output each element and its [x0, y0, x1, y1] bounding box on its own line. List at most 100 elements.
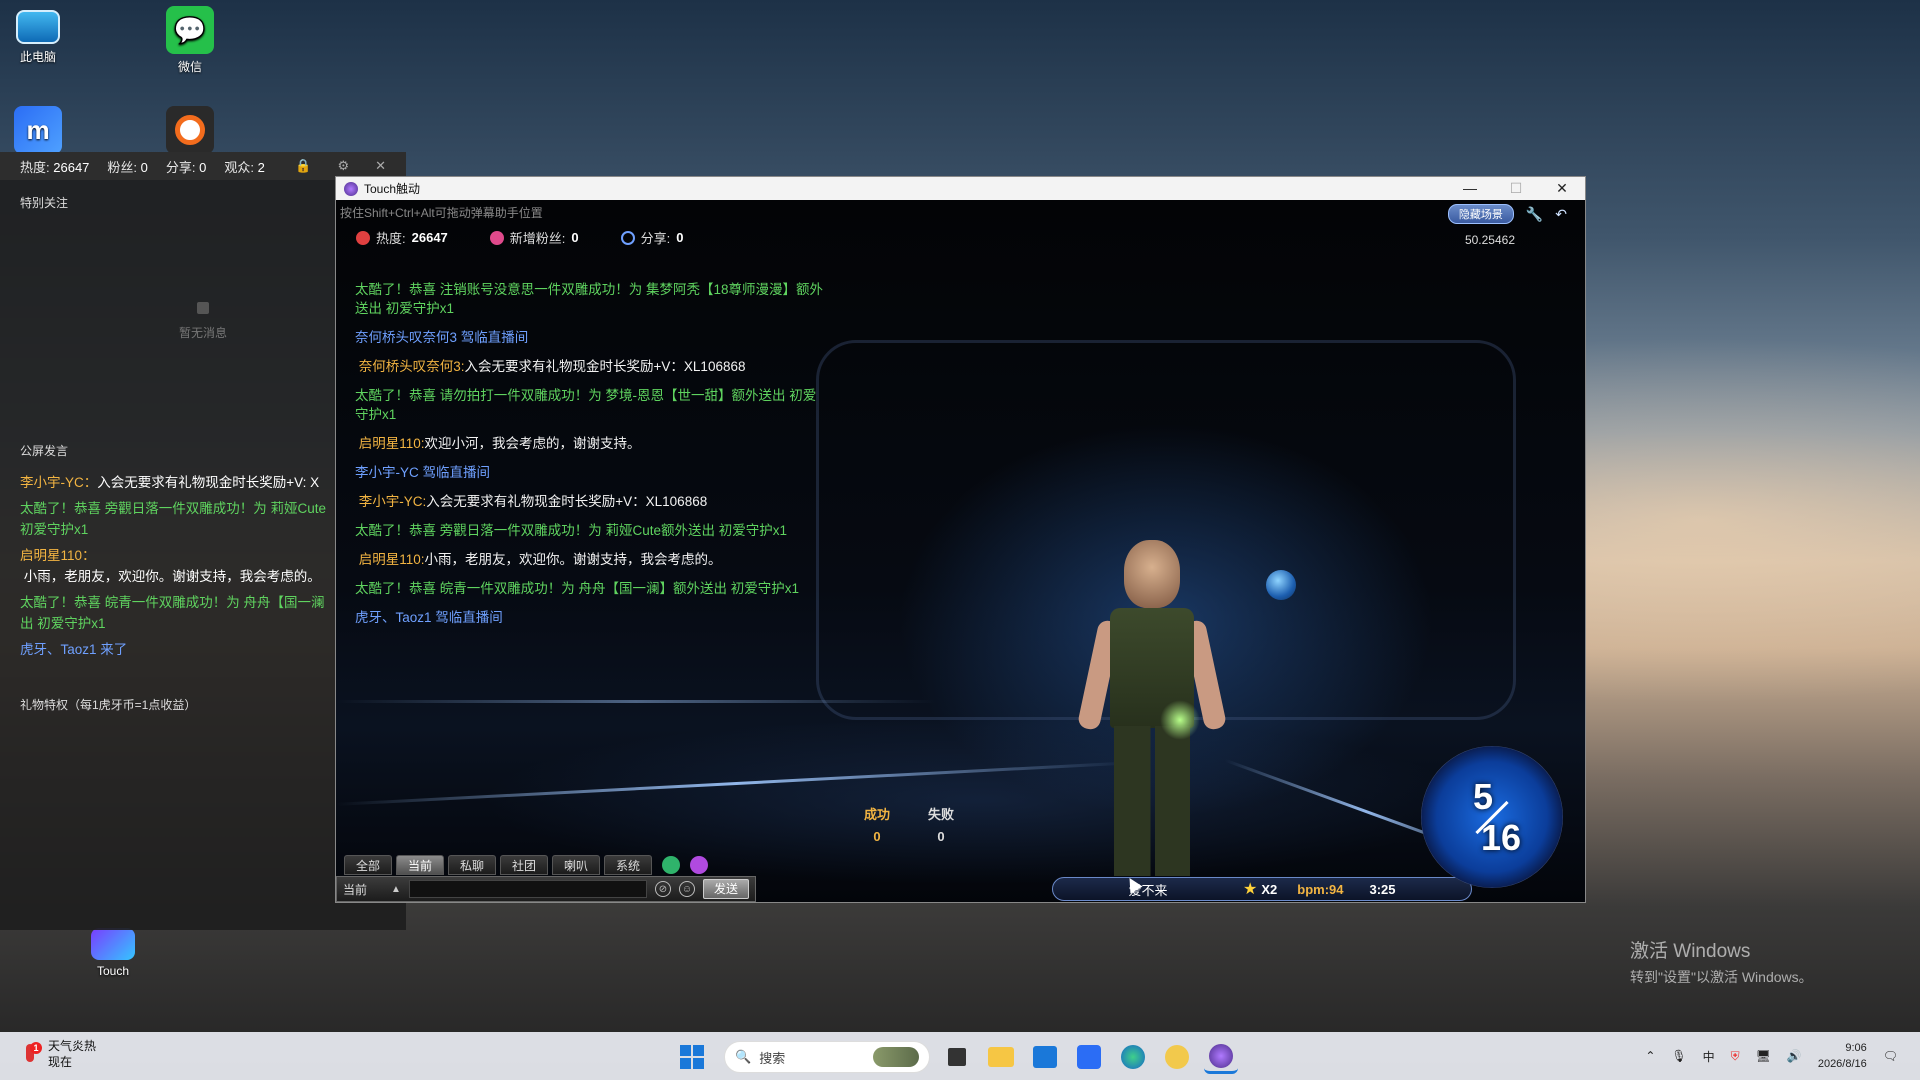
- app-icon: [344, 181, 358, 196]
- emoji-icon[interactable]: ☺: [679, 881, 695, 897]
- viewers-label: 观众:: [224, 159, 254, 175]
- lock-icon[interactable]: 🔒: [295, 158, 311, 174]
- task-view-icon[interactable]: [948, 1048, 966, 1066]
- game-app-icon[interactable]: [1160, 1040, 1194, 1074]
- chat-user-name[interactable]: 李小宇-YC:: [359, 494, 427, 509]
- chat-user-name[interactable]: 启明星110:: [359, 436, 425, 451]
- stage-rail: [336, 761, 1136, 806]
- search-icon: 🔍: [735, 1049, 752, 1064]
- send-button[interactable]: 发送: [703, 879, 749, 899]
- desktop-icon-m-app[interactable]: m: [0, 106, 76, 158]
- score-multiplier: X2: [1261, 881, 1278, 897]
- block-icon[interactable]: ⊘: [655, 881, 671, 897]
- close-button[interactable]: ✕: [1539, 180, 1585, 197]
- desktop-icon-label: 微信: [177, 60, 202, 74]
- minimize-button[interactable]: —: [1447, 180, 1493, 197]
- store-icon[interactable]: [1028, 1040, 1062, 1074]
- sticker-icon[interactable]: [690, 856, 708, 874]
- chat-tab[interactable]: 全部: [344, 855, 392, 875]
- window-title: Touch触动: [364, 182, 421, 196]
- network-icon[interactable]: 🖥: [1756, 1049, 1771, 1063]
- chevron-up-icon[interactable]: ▲: [391, 884, 401, 895]
- fps-readout: 50.25462: [1464, 233, 1515, 247]
- fans-label: 粉丝:: [107, 159, 138, 175]
- chat-input[interactable]: [408, 880, 647, 898]
- undo-icon[interactable]: ↶: [1555, 206, 1567, 223]
- antivirus-icon[interactable]: ⛨: [1731, 1049, 1740, 1064]
- viewers-value: 2: [257, 159, 265, 175]
- level-progress-disc: 5 16: [1421, 746, 1563, 888]
- microphone-icon[interactable]: 🎙: [1671, 1049, 1686, 1063]
- new-fans-value: 0: [571, 230, 579, 245]
- ime-icon[interactable]: 中: [1703, 1048, 1715, 1065]
- monitor-icon: [16, 10, 60, 44]
- touch-game-window: Touch触动 — ☐ ✕ 按住Shift+Ctrl+Alt可拖动弹幕助手位置 …: [335, 176, 1586, 903]
- chat-user-name[interactable]: 启明星110:: [359, 552, 425, 567]
- chat-tab[interactable]: 当前: [396, 855, 444, 875]
- notification-icon[interactable]: 🗨: [1883, 1049, 1898, 1063]
- m-app-taskbar-icon[interactable]: [1072, 1040, 1106, 1074]
- stream-stats: 热度: 26647 新增粉丝: 0 分享: 0: [356, 228, 684, 247]
- taskbar: 1 天气炎热 现在 🔍 搜索 ⌃ 🎙 中 ⛨ 🖥 🔊 9:06 2026/8/1…: [0, 1032, 1920, 1080]
- taskbar-apps: 🔍 搜索: [680, 1040, 1238, 1074]
- clock-time: 9:06: [1845, 1042, 1867, 1054]
- chat-text: 李小宇-YC 驾临直播间: [355, 465, 490, 480]
- maximize-button[interactable]: ☐: [1493, 180, 1539, 197]
- watermark-line-1: 激活 Windows: [1630, 941, 1751, 962]
- weather-badge: 1: [30, 1042, 42, 1054]
- close-icon[interactable]: ✕: [375, 158, 386, 174]
- chat-line: 启明星110:小雨，老朋友，欢迎你。谢谢支持，我会考虑的。: [355, 550, 825, 569]
- desktop-icon-wechat[interactable]: 💬 微信: [152, 6, 228, 75]
- level-total: 16: [1480, 816, 1522, 858]
- search-placeholder: 搜索: [759, 1050, 786, 1066]
- touch-taskbar-icon[interactable]: [1204, 1040, 1238, 1074]
- heat-value: 26647: [53, 159, 90, 175]
- chat-tabs: 全部 当前 私聊 社团 喇叭 系统: [344, 855, 708, 875]
- chat-tab[interactable]: 系统: [604, 855, 652, 875]
- file-explorer-icon[interactable]: [984, 1040, 1018, 1074]
- success-value: 0: [873, 829, 881, 844]
- chat-tab[interactable]: 私聊: [448, 855, 496, 875]
- share-label: 分享:: [640, 231, 671, 246]
- chat-text: 虎牙、Taoz1 驾临直播间: [355, 610, 503, 625]
- heat-value: 26647: [411, 230, 448, 245]
- desktop-icon-this-pc[interactable]: 此电脑: [0, 10, 76, 65]
- clock[interactable]: 9:06 2026/8/16: [1818, 1040, 1867, 1072]
- drag-hint: 按住Shift+Ctrl+Alt可拖动弹幕助手位置: [340, 206, 543, 220]
- chat-line: 李小宇-YC:入会无要求有礼物现金时长奖励+V：XL106868: [355, 492, 825, 511]
- share-value: 0: [199, 159, 207, 175]
- chat-tab[interactable]: 社团: [500, 855, 548, 875]
- chevron-up-icon[interactable]: ⌃: [1645, 1049, 1655, 1063]
- edge-icon[interactable]: [1116, 1040, 1150, 1074]
- record-icon: [166, 106, 214, 154]
- heat-label: 热度:: [376, 231, 406, 246]
- chat-line: 太酷了！恭喜 请勿拍打一件双雕成功！为 梦境-恩恩【世一甜】额外送出 初爱守护x…: [355, 386, 825, 424]
- dancer-avatar: [1076, 540, 1228, 902]
- chat-input-row: 当前 ▲ ⊘ ☺ 发送: [336, 876, 756, 902]
- fail-label: 失败: [928, 807, 955, 822]
- chat-user-name[interactable]: 奈何桥头叹奈何3:: [359, 359, 465, 374]
- windows-start-icon[interactable]: [680, 1045, 704, 1069]
- chat-text: 欢迎小河，我会考虑的，谢谢支持。: [424, 436, 641, 451]
- window-titlebar[interactable]: Touch触动 — ☐ ✕: [336, 177, 1585, 200]
- weather-subtitle: 现在: [48, 1055, 73, 1069]
- chat-text: 入会无要求有礼物现金时长奖励+V：XL106868: [426, 494, 708, 509]
- bpm-value: bpm:94: [1297, 881, 1344, 897]
- chat-text: 入会无要求有礼物现金时长奖励+V：XL106868: [464, 359, 746, 374]
- chat-tab[interactable]: 喇叭: [552, 855, 600, 875]
- volume-icon[interactable]: 🔊: [1787, 1049, 1802, 1063]
- hide-scene-button[interactable]: 隐藏场景: [1447, 204, 1514, 224]
- channel-select[interactable]: 当前: [343, 881, 383, 898]
- chat-text: 太酷了！恭喜 皖青一件双雕成功！为 舟舟【国一澜】额外送出 初爱守护x1: [355, 581, 800, 596]
- search-highlight-image: [873, 1047, 919, 1067]
- taskbar-search[interactable]: 🔍 搜索: [724, 1041, 930, 1073]
- system-tray: ⌃ 🎙 中 ⛨ 🖥 🔊 9:06 2026/8/16 🗨: [1645, 1040, 1898, 1072]
- wrench-icon[interactable]: 🔧: [1526, 206, 1543, 223]
- gear-icon[interactable]: ⚙: [337, 158, 349, 174]
- chat-text: 太酷了！恭喜 旁觀日落一件双雕成功！为 莉娅Cute额外送出 初爱守护x1: [355, 523, 788, 538]
- desktop-icon-recorder[interactable]: [152, 106, 228, 158]
- weather-widget[interactable]: 1 天气炎热 现在: [20, 1038, 96, 1070]
- chat-line: 太酷了！恭喜 皖青一件双雕成功！为 舟舟【国一澜】额外送出 初爱守护x1: [355, 579, 825, 598]
- emoticon-icon[interactable]: [662, 856, 680, 874]
- desktop-icon-touch[interactable]: Touch: [75, 928, 151, 978]
